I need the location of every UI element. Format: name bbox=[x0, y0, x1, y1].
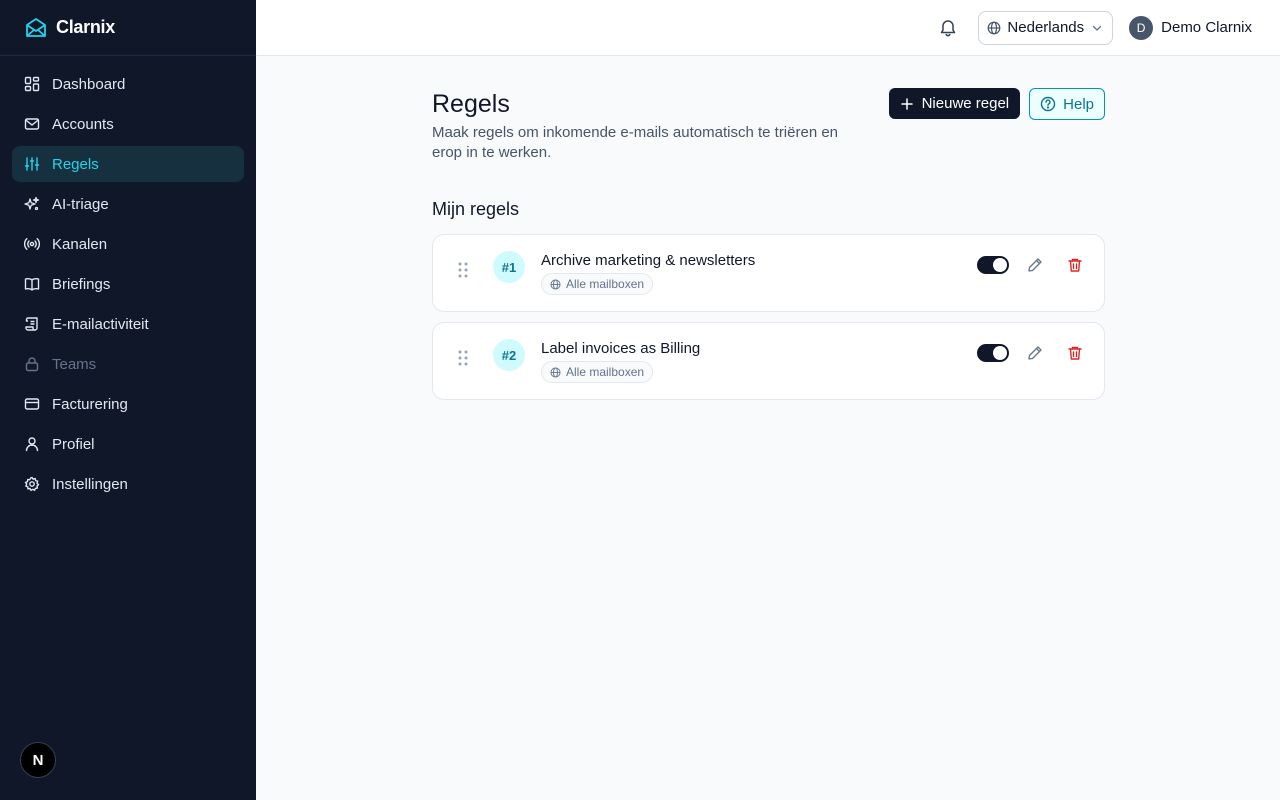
sidebar-item-ai-triage[interactable]: AI-triage bbox=[12, 186, 244, 222]
user-name: Demo Clarnix bbox=[1161, 19, 1252, 36]
credit-card-icon bbox=[24, 398, 40, 410]
rule-card: #2 Label invoices as Billing Alle mailbo… bbox=[432, 322, 1105, 400]
sidebar-item-instellingen[interactable]: Instellingen bbox=[12, 466, 244, 502]
rule-number-badge: #1 bbox=[493, 251, 525, 283]
rule-name: Label invoices as Billing bbox=[541, 340, 701, 357]
page-actions: Nieuwe regel Help bbox=[888, 88, 1105, 120]
page-description: Maak regels om inkomende e-mails automat… bbox=[432, 124, 839, 161]
rule-info: Label invoices as Billing Alle mailboxen bbox=[541, 340, 700, 383]
sidebar-nav: Dashboard Accounts Regels AI-triage Kana… bbox=[0, 56, 256, 516]
sidebar-item-label: Teams bbox=[52, 355, 97, 373]
sidebar-item-dashboard[interactable]: Dashboard bbox=[12, 66, 244, 102]
sidebar-item-label: Briefings bbox=[52, 275, 111, 293]
sparkles-icon bbox=[24, 196, 40, 211]
sidebar-item-facturering[interactable]: Facturering bbox=[12, 386, 244, 422]
scroll-icon bbox=[25, 317, 38, 331]
section-title: Mijn regels bbox=[432, 199, 520, 219]
sidebar-item-accounts[interactable]: Accounts bbox=[12, 106, 244, 142]
sidebar-item-label: Profiel bbox=[52, 435, 95, 453]
sidebar-item-briefings[interactable]: Briefings bbox=[12, 266, 244, 302]
radio-icon bbox=[24, 238, 40, 250]
pencil-icon[interactable] bbox=[1027, 345, 1043, 361]
rule-info: Archive marketing & newsletters Alle mai… bbox=[541, 252, 755, 295]
page-header: Regels Maak regels om inkomende e-mails … bbox=[432, 88, 1105, 163]
sidebar-item-label: Kanalen bbox=[52, 235, 108, 253]
rule-scope-badge: Alle mailboxen bbox=[541, 361, 654, 383]
sidebar-item-kanalen[interactable]: Kanalen bbox=[12, 226, 244, 262]
rule-name: Archive marketing & newsletters bbox=[541, 252, 756, 269]
chevron-down-icon bbox=[1092, 25, 1102, 31]
user-avatar: D bbox=[1129, 15, 1154, 40]
mail-icon bbox=[24, 118, 40, 130]
sidebar-item-profiel[interactable]: Profiel bbox=[12, 426, 244, 462]
gear-icon bbox=[24, 476, 40, 492]
user-menu[interactable]: D Demo Clarnix bbox=[1129, 15, 1252, 40]
drag-handle-icon[interactable] bbox=[457, 261, 469, 279]
sidebar-item-label: Facturering bbox=[52, 395, 128, 413]
page-heading: Regels Maak regels om inkomende e-mails … bbox=[432, 88, 872, 163]
user-icon bbox=[25, 437, 39, 452]
book-icon bbox=[24, 278, 40, 291]
plus-icon bbox=[900, 97, 913, 110]
globe-icon bbox=[988, 21, 1001, 34]
sidebar-item-label: E-mailactiviteit bbox=[52, 315, 149, 333]
bell-icon[interactable] bbox=[938, 18, 958, 38]
sidebar-item-e-mailactiviteit[interactable]: E-mailactiviteit bbox=[12, 306, 244, 342]
lock-icon bbox=[25, 357, 39, 372]
rule-scope-label: Alle mailboxen bbox=[566, 365, 645, 379]
sidebar-item-teams: Teams bbox=[12, 346, 244, 382]
sidebar: Clarnix Dashboard Accounts Regels AI-tri… bbox=[0, 0, 256, 800]
sidebar-item-label: Instellingen bbox=[52, 475, 128, 493]
rule-card: #1 Archive marketing & newsletters Alle … bbox=[432, 234, 1105, 312]
main-content: Regels Maak regels om inkomende e-mails … bbox=[432, 88, 1105, 410]
language-select[interactable]: Nederlands bbox=[978, 10, 1114, 45]
pencil-icon[interactable] bbox=[1027, 257, 1043, 273]
sidebar-item-label: Accounts bbox=[52, 115, 114, 133]
rule-enabled-toggle[interactable] bbox=[977, 256, 1009, 274]
rule-enabled-toggle[interactable] bbox=[977, 344, 1009, 362]
sidebar-item-regels[interactable]: Regels bbox=[12, 146, 244, 182]
logo-mail-icon bbox=[26, 17, 46, 37]
workspace-avatar[interactable]: N bbox=[20, 742, 56, 778]
globe-icon bbox=[550, 366, 561, 378]
language-value: Nederlands bbox=[1007, 19, 1085, 36]
brand[interactable]: Clarnix bbox=[0, 0, 256, 56]
sliders-icon bbox=[24, 157, 40, 171]
trash-icon[interactable] bbox=[1067, 257, 1083, 273]
dashboard-icon bbox=[24, 76, 40, 92]
sidebar-item-label: Dashboard bbox=[52, 75, 126, 93]
page-title: Regels bbox=[432, 90, 510, 118]
new-rule-button[interactable]: Nieuwe regel bbox=[888, 88, 1021, 119]
topbar: Nederlands D Demo Clarnix bbox=[256, 0, 1280, 56]
rule-scope-badge: Alle mailboxen bbox=[541, 273, 654, 295]
rule-number-badge: #2 bbox=[493, 339, 525, 371]
rule-scope-label: Alle mailboxen bbox=[566, 277, 645, 291]
brand-name: Clarnix bbox=[56, 17, 115, 37]
trash-icon[interactable] bbox=[1067, 345, 1083, 361]
new-rule-label: Nieuwe regel bbox=[921, 95, 1010, 112]
help-circle-icon bbox=[1040, 96, 1056, 112]
help-label: Help bbox=[1063, 95, 1094, 113]
help-button[interactable]: Help bbox=[1029, 88, 1105, 120]
sidebar-item-label: Regels bbox=[52, 155, 99, 173]
globe-icon bbox=[550, 278, 561, 290]
sidebar-item-label: AI-triage bbox=[52, 195, 109, 213]
drag-handle-icon[interactable] bbox=[457, 349, 469, 367]
